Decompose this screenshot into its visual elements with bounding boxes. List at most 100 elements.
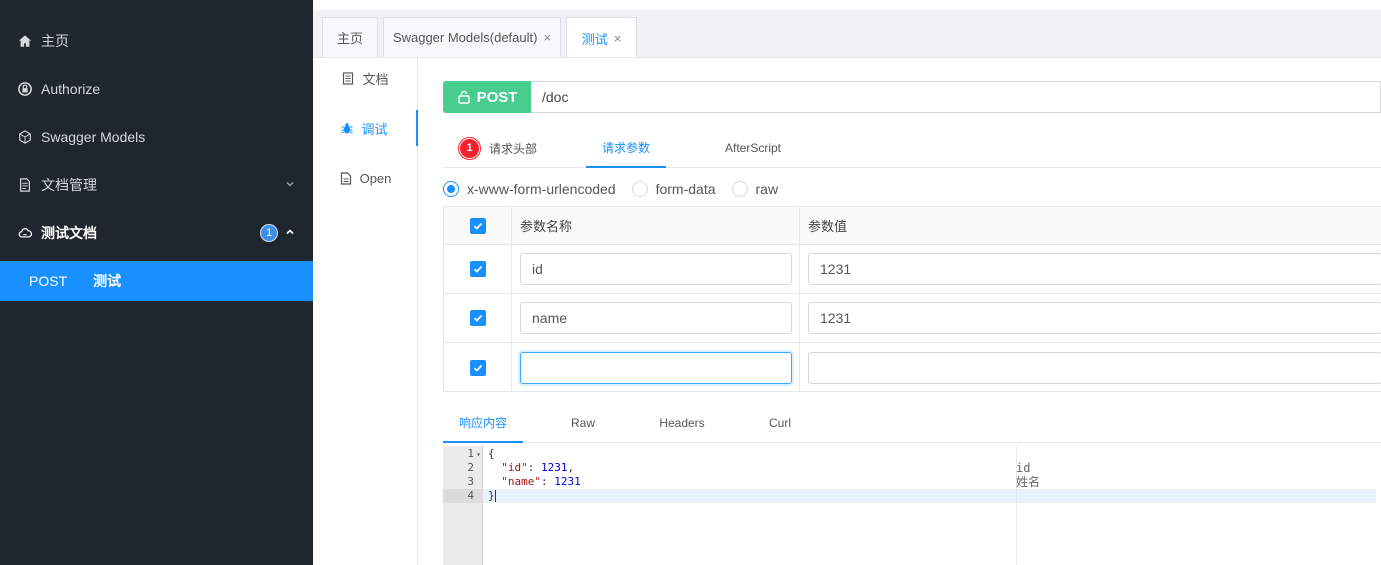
- chevron-down-icon: [286, 181, 294, 187]
- code-line: "id": 1231,: [501, 461, 575, 474]
- radio-urlencoded[interactable]: x-www-form-urlencoded: [443, 181, 616, 197]
- select-all-checkbox[interactable]: [469, 217, 486, 234]
- cloud-icon: [17, 225, 33, 241]
- count-badge: 1: [260, 224, 278, 242]
- sidebar-item-home[interactable]: 主页: [0, 17, 313, 65]
- header-count-badge: 1: [459, 137, 480, 159]
- line-number: 1 ▾: [467, 447, 481, 462]
- doc-manage-icon: [17, 177, 33, 193]
- sidebar-item-label: 主页: [41, 33, 69, 49]
- tab-response-content[interactable]: 响应内容: [443, 403, 523, 443]
- vnav-item-doc[interactable]: 文档: [313, 60, 418, 96]
- radio-dot: [731, 181, 748, 197]
- fold-arrow-icon[interactable]: ▾: [476, 448, 481, 462]
- radio-label: form-data: [655, 181, 716, 197]
- vnav-label: 文档: [362, 71, 389, 87]
- tab-request-params[interactable]: 请求参数: [586, 128, 666, 168]
- code-line: }: [483, 489, 1376, 503]
- tab-label: 请求头部: [489, 141, 538, 156]
- sidebar-item-label: 文档管理: [41, 177, 97, 193]
- line-number: 3: [467, 475, 474, 488]
- line-gutter: 1 ▾ 2 3 4: [443, 446, 483, 565]
- bug-icon: [341, 122, 354, 135]
- home-icon: [17, 33, 33, 49]
- tab-label: AfterScript: [724, 141, 781, 155]
- cube-icon: [17, 129, 33, 145]
- tab-request-headers[interactable]: 1 请求头部: [459, 128, 589, 168]
- param-name-input[interactable]: name: [520, 302, 792, 334]
- vnav-item-debug[interactable]: 调试: [313, 110, 418, 146]
- debug-panel: POST /doc 1 请求头部 请求参数 AfterScript x-www-…: [443, 58, 1381, 565]
- select-all-cell: [444, 207, 512, 244]
- param-name-input[interactable]: id: [520, 253, 792, 285]
- row-checkbox[interactable]: [469, 310, 486, 326]
- tab-curl[interactable]: Curl: [740, 403, 820, 443]
- chevron-up-icon: [286, 229, 294, 235]
- row-check-cell: [444, 294, 512, 342]
- tab-swagger-models[interactable]: Swagger Models(default) ×: [383, 17, 561, 57]
- method-label: POST: [29, 273, 68, 289]
- radio-label: x-www-form-urlencoded: [467, 181, 616, 197]
- table-row: [444, 343, 1381, 392]
- content-type-group: x-www-form-urlencoded form-data raw: [443, 178, 794, 200]
- vertical-nav: 文档 调试 Open: [313, 58, 418, 565]
- sidebar-item-doc-manage[interactable]: 文档管理: [0, 161, 313, 209]
- vnav-item-open[interactable]: Open: [313, 160, 418, 196]
- tab-after-script[interactable]: AfterScript: [708, 128, 798, 168]
- value-cell: [800, 343, 1381, 392]
- sidebar-item-label: 测试文档: [41, 225, 97, 241]
- sidebar-subitem-post-test[interactable]: POST 测试: [0, 261, 313, 301]
- row-checkbox[interactable]: [469, 359, 486, 376]
- tab-test[interactable]: 测试 ×: [566, 17, 637, 58]
- content-panel: 文档 调试 Open POST /doc 1 请求头部 请求参数 AfterSc…: [313, 57, 1381, 565]
- code-line: {: [488, 447, 495, 460]
- code-line: "name": 1231: [501, 475, 581, 488]
- unlock-icon: [457, 90, 470, 104]
- value-cell: 1231: [800, 245, 1381, 293]
- field-comment: 姓名: [1016, 475, 1041, 489]
- operation-label: 测试: [93, 273, 122, 289]
- param-value-input[interactable]: [808, 351, 1381, 384]
- radio-form-data[interactable]: form-data: [631, 181, 716, 197]
- sidebar-item-label: Swagger Models: [41, 129, 146, 145]
- tab-label: 请求参数: [601, 140, 650, 155]
- row-check-cell: [444, 343, 512, 392]
- top-header: [313, 0, 1381, 10]
- tab-raw[interactable]: Raw: [543, 403, 623, 443]
- tab-headers[interactable]: Headers: [642, 403, 722, 443]
- table-row: name 1231: [444, 294, 1381, 343]
- row-check-cell: [444, 245, 512, 293]
- column-header-value: 参数值: [808, 219, 848, 234]
- tab-home[interactable]: 主页: [322, 17, 378, 57]
- sidebar: 主页 Authorize Swagger Models 文档管理 测试文档 1 …: [0, 0, 313, 565]
- sidebar-item-swagger-models[interactable]: Swagger Models: [0, 113, 313, 161]
- document-icon: [342, 71, 354, 85]
- url-input[interactable]: /doc: [531, 82, 1381, 112]
- lock-icon: [17, 81, 33, 97]
- text-cursor: [494, 490, 496, 502]
- name-cell: [512, 343, 800, 392]
- line-number: 4: [443, 489, 483, 503]
- response-editor[interactable]: 1 ▾ 2 3 4 { "id": 1231, "name": 1231 } id…: [443, 446, 1381, 565]
- radio-raw[interactable]: raw: [731, 181, 778, 197]
- close-icon[interactable]: ×: [614, 31, 622, 46]
- request-tabs: 1 请求头部 请求参数 AfterScript: [443, 128, 1381, 168]
- url-bar: POST /doc: [443, 81, 1381, 113]
- sidebar-item-test-docs[interactable]: 测试文档 1: [0, 209, 313, 257]
- row-checkbox[interactable]: [469, 261, 486, 277]
- param-name-input[interactable]: [520, 351, 792, 384]
- param-value-input[interactable]: 1231: [808, 253, 1381, 285]
- table-row: id 1231: [444, 245, 1381, 294]
- tab-label: 测试: [581, 31, 608, 47]
- close-icon[interactable]: ×: [543, 30, 551, 45]
- radio-dot: [631, 181, 648, 197]
- file-icon: [340, 171, 352, 185]
- param-value-input[interactable]: 1231: [808, 302, 1381, 334]
- column-header-name: 参数名称: [512, 207, 800, 244]
- send-request-button[interactable]: POST: [443, 81, 531, 113]
- name-cell: id: [512, 245, 800, 293]
- response-tabs: 响应内容 Raw Headers Curl: [443, 403, 1381, 443]
- tab-label: Swagger Models(default): [392, 30, 538, 45]
- sidebar-item-authorize[interactable]: Authorize: [0, 65, 313, 113]
- table-header: 参数名称 参数值: [444, 207, 1381, 245]
